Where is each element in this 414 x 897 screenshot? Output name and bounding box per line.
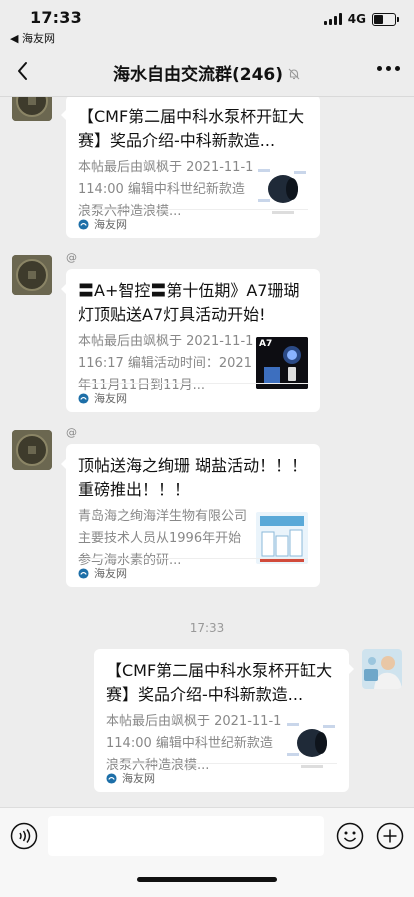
source-logo-icon <box>78 567 89 579</box>
link-card[interactable]: 〓A+智控〓第十伍期》A7珊瑚灯顶贴送A7灯具活动开始! 本帖最后由飒枫于 20… <box>61 269 320 412</box>
link-card[interactable]: 顶帖送海之绚珊 瑚盐活动！！！ 重磅推出！！！ 青岛海之绚海洋生物有限公司主要技… <box>61 444 320 587</box>
card-thumbnail <box>285 717 337 769</box>
user-avatar-icon <box>362 649 402 689</box>
source-name: 海友网 <box>94 567 127 580</box>
source-logo-icon <box>78 392 89 404</box>
chat-title: 海水自由交流群(246) <box>112 65 284 85</box>
card-thumbnail <box>256 512 308 564</box>
thumbnail-label: A7 <box>259 339 273 349</box>
card-title: 〓A+智控〓第十伍期》A7珊瑚灯顶贴送A7灯具活动开始! <box>78 281 300 324</box>
card-source: 海友网 <box>78 558 308 587</box>
avatar[interactable] <box>12 255 52 295</box>
source-logo-icon <box>78 218 89 230</box>
status-bar: 17:33 ◀ 海友网 4G <box>0 0 414 46</box>
sender-name: @ <box>66 251 77 264</box>
source-logo-icon <box>106 772 117 784</box>
avatar[interactable]: ● <box>12 97 52 121</box>
source-name: 海友网 <box>94 218 127 231</box>
my-avatar[interactable] <box>362 649 402 689</box>
card-title: 【CMF第二届中科水泵杯开缸大赛】奖品介绍-中科新款造... <box>106 661 333 704</box>
link-card[interactable]: 【CMF第二届中科水泵杯开缸大赛】奖品介绍-中科新款造... 本帖最后由飒枫于 … <box>61 97 320 238</box>
voice-input-icon[interactable] <box>10 822 38 850</box>
card-source: 海友网 <box>78 209 308 238</box>
message-timestamp: 17:33 <box>189 621 225 635</box>
source-name: 海友网 <box>94 392 127 405</box>
card-source: 海友网 <box>106 763 337 792</box>
card-source: 海友网 <box>78 383 308 412</box>
source-name: 海友网 <box>122 772 155 785</box>
mute-bell-icon <box>288 68 300 80</box>
battery-icon <box>372 12 399 26</box>
pump-thumbnail-icon <box>285 717 337 769</box>
card-thumbnail <box>256 163 308 215</box>
back-to-app-link[interactable]: ◀ 海友网 <box>10 30 55 46</box>
coin-avatar-icon <box>12 255 52 295</box>
pump-thumbnail-icon <box>256 163 308 215</box>
link-card-outgoing[interactable]: 【CMF第二届中科水泵杯开缸大赛】奖品介绍-中科新款造... 本帖最后由飒枫于 … <box>94 649 354 792</box>
status-indicators: 4G <box>323 12 399 26</box>
input-bar <box>0 807 414 897</box>
avatar[interactable] <box>12 430 52 470</box>
signal-icon <box>323 13 342 25</box>
network-type: 4G <box>347 12 366 26</box>
nav-bar: 海水自由交流群(246) <box>0 46 414 97</box>
chat-title-group: 海水自由交流群(246) <box>0 60 414 85</box>
card-title: 顶帖送海之绚珊 瑚盐活动！！！ 重磅推出！！！ <box>78 456 308 499</box>
more-options-icon[interactable] <box>377 66 400 71</box>
emoji-icon[interactable] <box>336 822 364 850</box>
status-time: 17:33 <box>30 8 82 27</box>
coin-avatar-icon: ● <box>12 97 52 121</box>
home-indicator <box>137 877 277 882</box>
coin-avatar-icon <box>12 430 52 470</box>
sender-name: @ <box>66 426 77 439</box>
salt-product-thumbnail-icon <box>256 512 308 564</box>
card-thumbnail: A7 <box>256 337 308 389</box>
add-more-icon[interactable] <box>376 822 404 850</box>
message-input[interactable] <box>48 816 324 856</box>
card-title: 【CMF第二届中科水泵杯开缸大赛】奖品介绍-中科新款造... <box>78 107 305 150</box>
chat-area: ● 【CMF第二届中科水泵杯开缸大赛】奖品介绍-中科新款造... 本帖最后由飒枫… <box>0 97 414 807</box>
